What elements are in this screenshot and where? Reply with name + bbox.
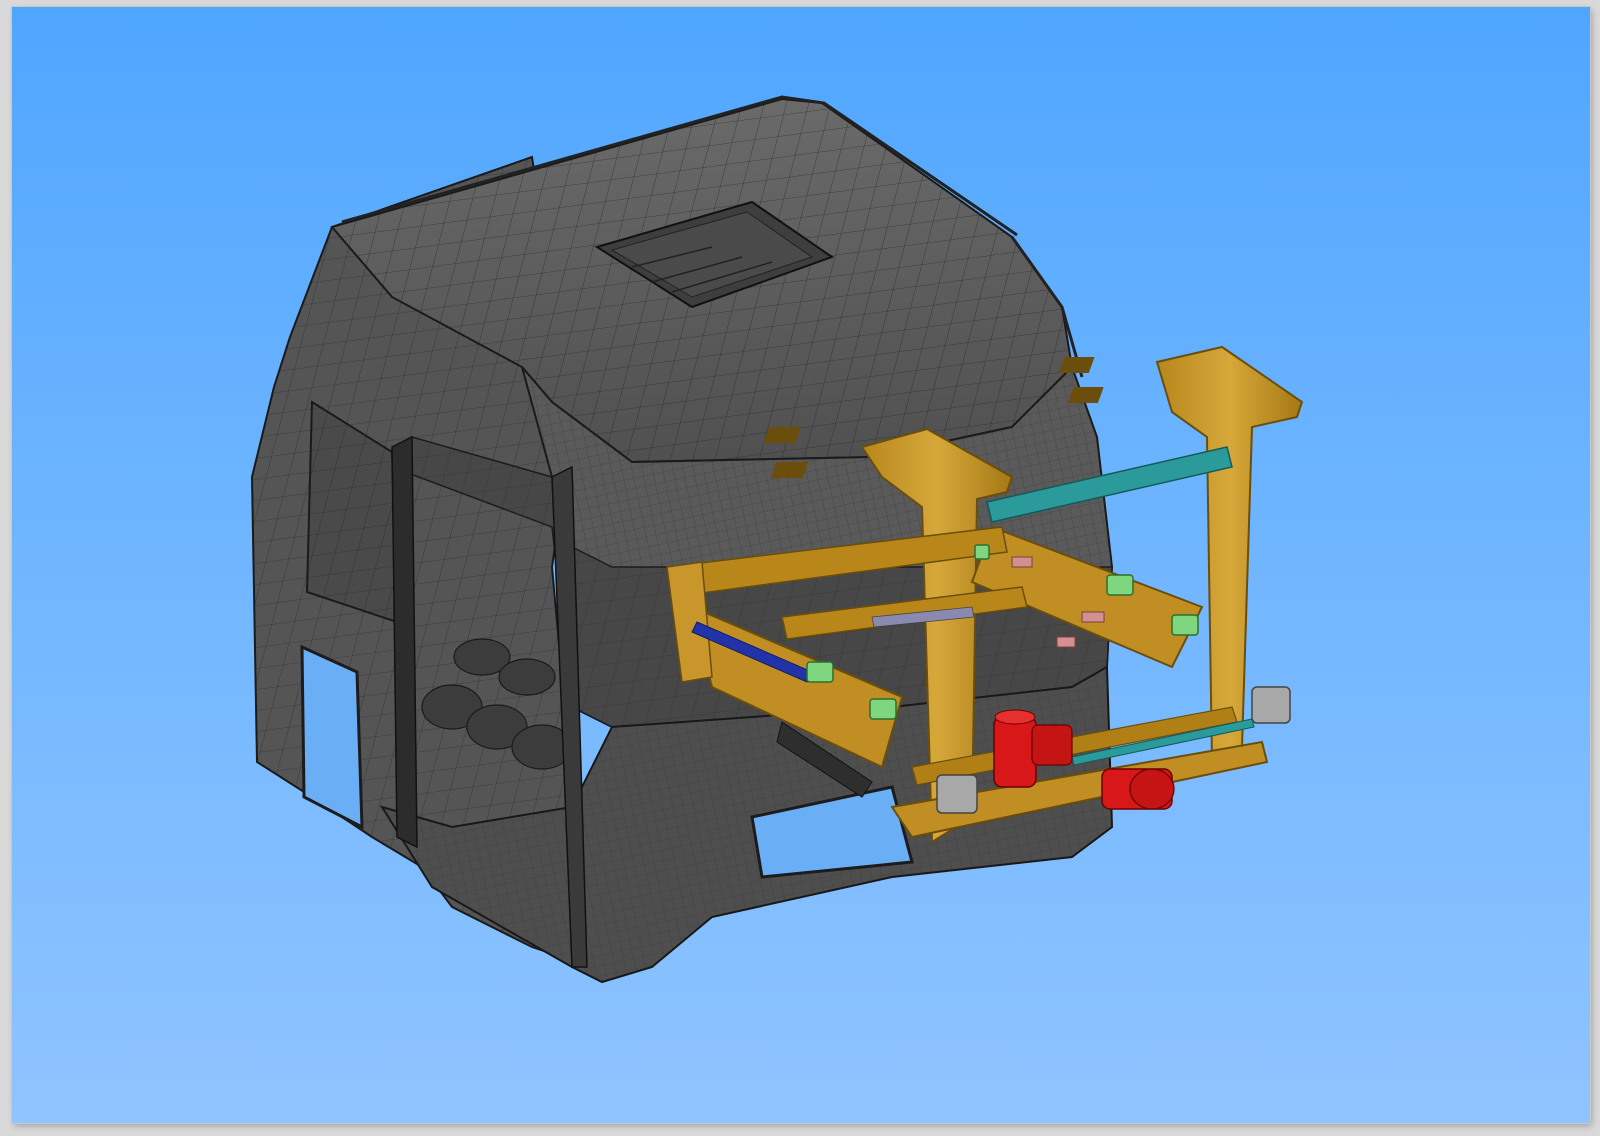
cab-side-opening [300,644,364,830]
cab-door-pillar [391,435,418,849]
page [0,0,1600,1136]
motor-rear[interactable] [1101,768,1175,810]
cad-scene[interactable] [12,7,1590,1123]
cad-viewport[interactable] [12,7,1590,1123]
